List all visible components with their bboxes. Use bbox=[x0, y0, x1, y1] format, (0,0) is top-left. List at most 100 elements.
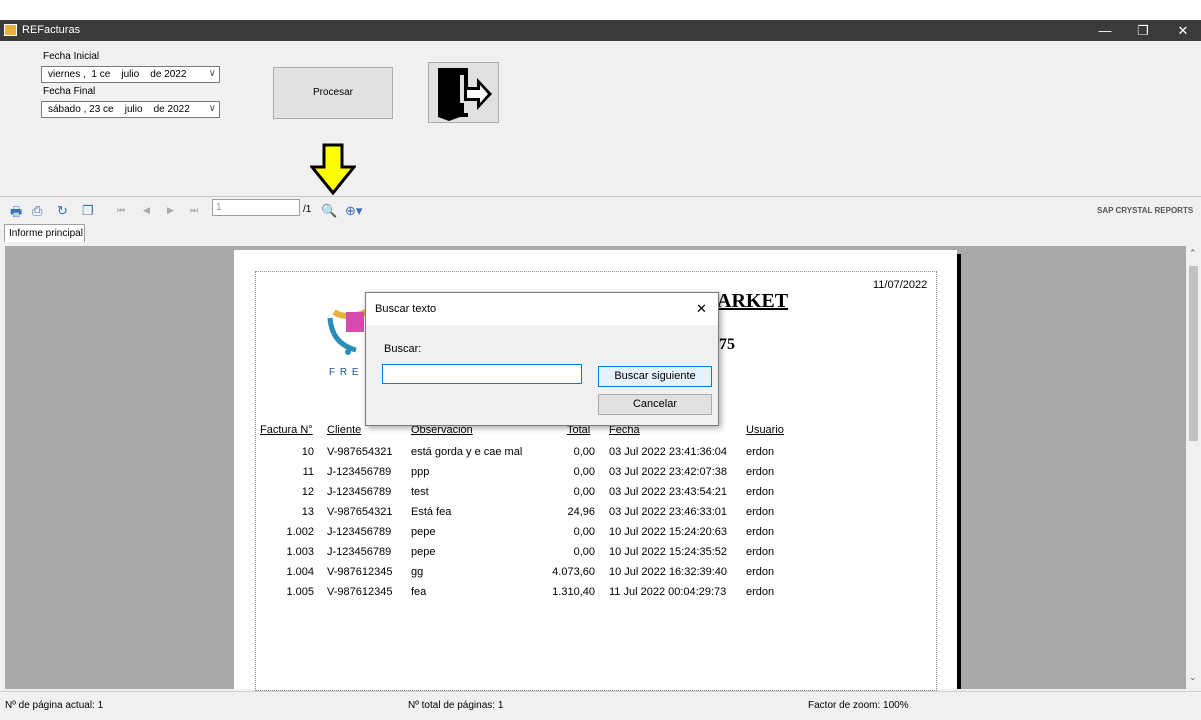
restore-button[interactable]: ❐ bbox=[1125, 20, 1161, 41]
row-observacion: test bbox=[411, 486, 429, 498]
row-cliente: V-987654321 bbox=[327, 506, 393, 518]
exit-button[interactable] bbox=[428, 62, 499, 123]
previous-page-icon[interactable]: ◀ bbox=[143, 205, 150, 216]
row-cliente: J-123456789 bbox=[327, 546, 392, 558]
crystal-brand: SAP CRYSTAL REPORTS bbox=[1097, 206, 1194, 215]
search-input[interactable] bbox=[382, 364, 582, 384]
report-date: 11/07/2022 bbox=[873, 279, 928, 291]
row-usuario: erdon bbox=[746, 506, 775, 518]
report-toolbar: 🖶 ⎙ ↻ ❐ ⏮ ◀ ▶ ⏭ /1 🔍 ⊕▾ SAP CRYSTAL REPO… bbox=[0, 196, 1201, 225]
scroll-up-icon[interactable]: ⌃ bbox=[1189, 248, 1197, 259]
row-factura: 1.002 bbox=[286, 526, 314, 538]
row-total: 24,96 bbox=[567, 506, 595, 518]
row-factura: 1.003 bbox=[286, 546, 314, 558]
row-factura: 13 bbox=[301, 506, 314, 518]
export-icon[interactable]: 🖶 bbox=[10, 203, 22, 225]
row-total: 0,00 bbox=[573, 466, 595, 478]
tab-informe-principal[interactable]: Informe principal bbox=[4, 224, 85, 242]
row-observacion: fea bbox=[411, 586, 427, 598]
row-fecha: 10 Jul 2022 15:24:20:63 bbox=[609, 526, 728, 538]
row-fecha: 03 Jul 2022 23:42:07:38 bbox=[609, 466, 728, 478]
row-usuario: erdon bbox=[746, 486, 775, 498]
minimize-button[interactable]: — bbox=[1087, 20, 1123, 41]
close-window-button[interactable]: ✕ bbox=[1165, 20, 1201, 41]
row-cliente: J-123456789 bbox=[327, 486, 392, 498]
page-number-input[interactable]: 1 bbox=[212, 199, 300, 216]
report-title-fragment: ARKET bbox=[717, 290, 789, 312]
print-icon[interactable]: ⎙ bbox=[32, 203, 42, 219]
last-page-icon[interactable]: ⏭ bbox=[190, 205, 198, 216]
row-usuario: erdon bbox=[746, 586, 775, 598]
col-usuario: Usuario bbox=[746, 424, 784, 436]
page-shadow bbox=[957, 254, 961, 689]
status-total-pages: Nº total de páginas: 1 bbox=[408, 700, 504, 711]
cancelar-button[interactable]: Cancelar bbox=[598, 394, 712, 415]
row-observacion: ppp bbox=[411, 466, 430, 478]
row-fecha: 03 Jul 2022 23:46:33:01 bbox=[609, 506, 728, 518]
procesar-button[interactable]: Procesar bbox=[273, 67, 393, 119]
fecha-inicial-label: Fecha Inicial bbox=[43, 51, 100, 62]
status-bar: Nº de página actual: 1 Nº total de págin… bbox=[0, 691, 1201, 720]
col-factura: Factura N° bbox=[260, 424, 313, 436]
row-usuario: erdon bbox=[746, 446, 775, 458]
row-fecha: 11 Jul 2022 00:04:29:73 bbox=[609, 586, 727, 598]
refresh-icon[interactable]: ↻ bbox=[57, 203, 68, 219]
dialog-titlebar: Buscar texto ✕ bbox=[366, 293, 718, 325]
row-total: 1.310,40 bbox=[552, 586, 595, 598]
buscar-siguiente-button[interactable]: Buscar siguiente bbox=[598, 366, 712, 387]
row-cliente: V-987612345 bbox=[327, 586, 393, 598]
row-observacion: pepe bbox=[411, 526, 436, 538]
scroll-down-icon[interactable]: ⌄ bbox=[1189, 672, 1197, 683]
yellow-down-arrow-icon bbox=[310, 143, 356, 195]
vertical-scrollbar[interactable]: ⌃ ⌄ bbox=[1186, 246, 1201, 689]
chevron-down-icon[interactable]: ∨ bbox=[209, 68, 216, 79]
fecha-final-picker[interactable]: sábado , 23 ce julio de 2022 ∨ bbox=[41, 101, 220, 118]
dialog-title: Buscar texto bbox=[375, 303, 437, 315]
fecha-inicial-picker[interactable]: viernes , 1 ce julio de 2022 ∨ bbox=[41, 66, 220, 83]
row-fecha: 10 Jul 2022 15:24:35:52 bbox=[609, 546, 728, 558]
exit-door-icon bbox=[438, 68, 492, 121]
chevron-down-icon[interactable]: ∨ bbox=[209, 103, 216, 114]
report-subtitle-fragment: 75 bbox=[719, 336, 735, 353]
row-usuario: erdon bbox=[746, 566, 775, 578]
row-usuario: erdon bbox=[746, 466, 775, 478]
row-cliente: J-123456789 bbox=[327, 526, 392, 538]
first-page-icon[interactable]: ⏮ bbox=[117, 205, 125, 216]
row-fecha: 03 Jul 2022 23:43:54:21 bbox=[609, 486, 728, 498]
copy-icon[interactable]: ❐ bbox=[82, 203, 94, 219]
row-total: 0,00 bbox=[573, 526, 595, 538]
row-usuario: erdon bbox=[746, 546, 775, 558]
row-total: 0,00 bbox=[573, 486, 595, 498]
fecha-final-label: Fecha Final bbox=[43, 86, 96, 97]
row-factura: 1.005 bbox=[286, 586, 314, 598]
window-title: REFacturas bbox=[22, 24, 81, 36]
row-factura: 10 bbox=[301, 446, 314, 458]
zoom-icon[interactable]: ⊕▾ bbox=[345, 203, 362, 219]
row-total: 4.073,60 bbox=[552, 566, 595, 578]
scrollbar-thumb[interactable] bbox=[1189, 266, 1198, 441]
row-cliente: V-987612345 bbox=[327, 566, 393, 578]
row-factura: 1.004 bbox=[286, 566, 314, 578]
fecha-inicial-value: viernes , 1 ce julio de 2022 bbox=[48, 69, 187, 80]
app-icon bbox=[4, 24, 17, 36]
row-total: 0,00 bbox=[573, 446, 595, 458]
row-factura: 11 bbox=[302, 466, 314, 478]
market-logo-icon bbox=[327, 309, 366, 355]
buscar-texto-dialog: Buscar texto ✕ Buscar: Buscar siguiente … bbox=[365, 292, 719, 426]
row-observacion: gg bbox=[411, 566, 424, 578]
buscar-label: Buscar: bbox=[384, 343, 422, 355]
status-current-page: Nº de página actual: 1 bbox=[5, 700, 104, 711]
row-total: 0,00 bbox=[573, 546, 595, 558]
binoculars-icon[interactable]: 🔍 bbox=[321, 203, 337, 219]
col-cliente: Cliente bbox=[327, 424, 362, 436]
fecha-final-value: sábado , 23 ce julio de 2022 bbox=[48, 104, 190, 115]
logo-text: F R E bbox=[329, 367, 360, 378]
row-fecha: 03 Jul 2022 23:41:36:04 bbox=[609, 446, 728, 458]
close-icon[interactable]: ✕ bbox=[696, 301, 707, 317]
row-cliente: V-987654321 bbox=[327, 446, 393, 458]
status-zoom: Factor de zoom: 100% bbox=[808, 700, 909, 711]
row-observacion: está gorda y e cae mal bbox=[411, 446, 523, 458]
row-usuario: erdon bbox=[746, 526, 775, 538]
next-page-icon[interactable]: ▶ bbox=[167, 205, 174, 216]
row-cliente: J-123456789 bbox=[327, 466, 392, 478]
